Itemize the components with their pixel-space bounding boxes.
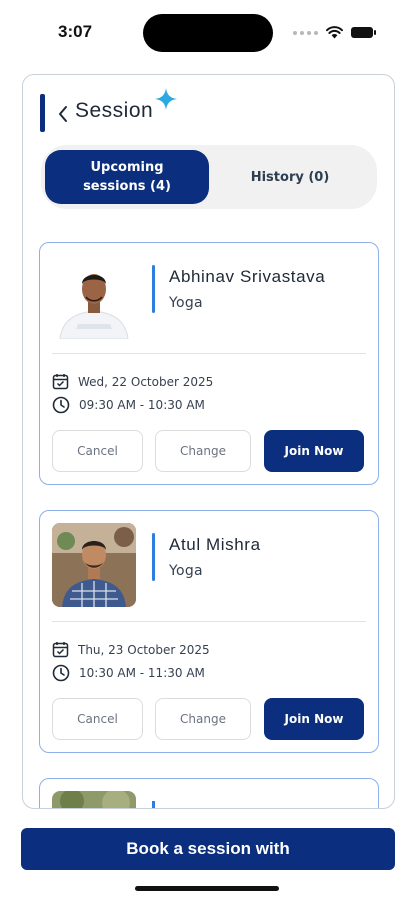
wifi-icon [326,26,343,39]
name-accent-bar [152,265,155,313]
change-button[interactable]: Change [155,430,251,472]
session-category: Yoga [169,295,203,311]
tab-upcoming-line1: Upcoming [90,160,164,175]
header-accent-bar [40,94,45,132]
back-button[interactable] [51,99,75,129]
tab-upcoming-sessions[interactable]: Upcoming sessions (4) [45,150,209,204]
trainer-photo [52,523,136,607]
tab-upcoming-line2: sessions (4) [83,179,171,194]
status-bar: 3:07 [0,0,415,64]
book-session-button[interactable]: Book a session with [21,828,395,870]
session-card: Atul Mishra Yoga Thu, 23 October 2025 10… [39,510,379,753]
session-card: Abhinav Srivastava Yoga Wed, 22 October … [39,242,379,485]
tab-history[interactable]: History (0) [209,150,371,204]
calendar-icon [52,374,69,390]
session-date: Thu, 23 October 2025 [78,642,210,657]
battery-icon [351,27,376,38]
sparkle-icon [155,88,177,110]
calendar-icon [52,642,69,658]
session-time: 10:30 AM - 11:30 AM [79,666,205,680]
session-category: Yoga [169,563,203,579]
page-title: Session [75,99,154,122]
home-indicator [135,886,279,891]
divider [52,621,366,622]
clock-icon [52,396,70,414]
trainer-name: Atul Mishra [169,535,261,554]
name-accent-bar [152,533,155,581]
status-time: 3:07 [58,22,93,41]
signal-icon [293,30,318,35]
session-date-row: Thu, 23 October 2025 [52,641,210,658]
session-time-row: 10:30 AM - 11:30 AM [52,664,205,682]
header: Session [23,75,394,139]
change-button[interactable]: Change [155,698,251,740]
dynamic-island [143,14,273,52]
trainer-photo [52,791,136,808]
session-time: 09:30 AM - 10:30 AM [79,398,205,412]
join-now-button[interactable]: Join Now [264,698,364,740]
session-card-partial [39,778,379,808]
session-time-row: 09:30 AM - 10:30 AM [52,396,205,414]
trainer-photo [52,255,136,339]
session-tabs: Upcoming sessions (4) History (0) [41,145,377,209]
session-date: Wed, 22 October 2025 [78,374,214,389]
cancel-button[interactable]: Cancel [52,698,143,740]
cancel-button[interactable]: Cancel [52,430,143,472]
join-now-button[interactable]: Join Now [264,430,364,472]
trainer-name: Abhinav Srivastava [169,267,326,286]
session-panel: Session Upcoming sessions (4) History (0… [22,74,395,809]
clock-icon [52,664,70,682]
session-date-row: Wed, 22 October 2025 [52,373,213,390]
status-icons [293,26,376,39]
name-accent-bar [152,801,155,808]
back-icon [59,106,67,122]
divider [52,353,366,354]
